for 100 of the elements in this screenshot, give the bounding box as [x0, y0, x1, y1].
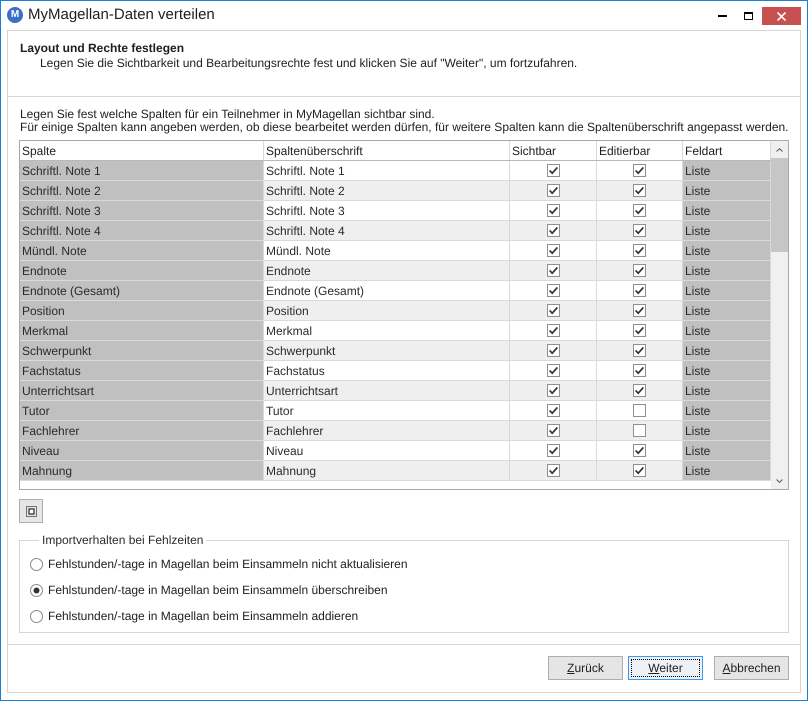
checkbox[interactable]: [546, 164, 560, 177]
checkbox[interactable]: [633, 424, 646, 437]
table-row[interactable]: Niveau Niveau Liste: [20, 441, 771, 461]
table-row[interactable]: Tutor Tutor Liste: [20, 401, 771, 421]
checkbox[interactable]: [633, 444, 646, 457]
checkbox[interactable]: [633, 464, 646, 477]
table-row[interactable]: Schwerpunkt Schwerpunkt Liste: [20, 341, 771, 361]
table-cell: Mahnung: [264, 461, 510, 480]
radio-button[interactable]: [30, 558, 43, 570]
table-row[interactable]: Unterrichtsart Unterrichtsart Liste: [20, 381, 771, 401]
checkbox[interactable]: [546, 204, 560, 217]
table-cell: Liste: [683, 361, 771, 380]
table-cell: Schriftl. Note 2: [264, 181, 510, 200]
table-cell: Tutor: [20, 401, 264, 420]
checkbox[interactable]: [546, 324, 560, 337]
table-row[interactable]: Endnote (Gesamt) Endnote (Gesamt) Liste: [20, 281, 771, 301]
checkbox[interactable]: [633, 224, 646, 237]
radio-label[interactable]: Fehlstunden/-tage in Magellan beim Einsammeln nicht aktualisieren: [48, 557, 408, 571]
table-cell: Liste: [683, 321, 771, 340]
column-header[interactable]: Spalte: [20, 141, 264, 160]
table-row[interactable]: Schriftl. Note 3 Schriftl. Note 3 Liste: [20, 201, 771, 221]
checkbox[interactable]: [633, 404, 646, 417]
checkbox[interactable]: [633, 184, 646, 197]
table-cell: Endnote (Gesamt): [20, 281, 264, 300]
checkbox[interactable]: [546, 184, 560, 197]
table-cell: Schriftl. Note 4: [264, 221, 510, 240]
checkbox[interactable]: [633, 204, 646, 217]
page-heading: Layout und Rechte festlegen: [20, 41, 186, 56]
table-cell: Schriftl. Note 3: [20, 201, 264, 220]
table-cell: Schriftl. Note 2: [20, 181, 264, 200]
table-cell: Niveau: [264, 441, 510, 460]
radio-button[interactable]: [30, 584, 43, 596]
close-icon: [777, 12, 786, 20]
table-cell: Liste: [683, 161, 771, 180]
table-cell: Liste: [683, 441, 771, 460]
table-cell: Fachstatus: [264, 361, 510, 380]
checkbox[interactable]: [546, 284, 560, 297]
radio-label[interactable]: Fehlstunden/-tage in Magellan beim Einsammeln addieren: [48, 609, 358, 623]
table-row[interactable]: Mahnung Mahnung Liste: [20, 461, 771, 481]
chevron-up-icon[interactable]: [776, 148, 783, 152]
table-cell: Liste: [683, 281, 771, 300]
table-row[interactable]: Mündl. Note Mündl. Note Liste: [20, 241, 771, 261]
dialog-button[interactable]: Abbrechen: [714, 656, 789, 680]
checkbox[interactable]: [633, 284, 646, 297]
checkbox[interactable]: [633, 364, 646, 377]
table-cell: Fachlehrer: [264, 421, 510, 440]
checkbox[interactable]: [546, 304, 560, 317]
checkbox[interactable]: [633, 384, 646, 397]
table-row[interactable]: Schriftl. Note 1 Schriftl. Note 1 Liste: [20, 161, 771, 181]
table-cell: Liste: [683, 401, 771, 420]
column-header[interactable]: Sichtbar: [510, 141, 597, 160]
scrollbar[interactable]: [771, 141, 788, 489]
table-cell: Schwerpunkt: [20, 341, 264, 360]
table-cell: Liste: [683, 461, 771, 480]
checkbox[interactable]: [546, 384, 560, 397]
scrollbar-thumb[interactable]: [771, 158, 788, 252]
column-header[interactable]: Spaltenüberschrift: [264, 141, 510, 160]
radio-label[interactable]: Fehlstunden/-tage in Magellan beim Einsammeln überschreiben: [48, 583, 388, 597]
table-cell: Liste: [683, 301, 771, 320]
radio-button[interactable]: [30, 610, 43, 622]
table-row[interactable]: Schriftl. Note 4 Schriftl. Note 4 Liste: [20, 221, 771, 241]
checkbox[interactable]: [633, 304, 646, 317]
table-row[interactable]: Endnote Endnote Liste: [20, 261, 771, 281]
checkbox[interactable]: [546, 224, 560, 237]
close-button[interactable]: [762, 7, 801, 25]
toolbar-button[interactable]: [19, 499, 43, 523]
checkbox[interactable]: [546, 244, 560, 257]
table-cell: Tutor: [264, 401, 510, 420]
checkbox[interactable]: [546, 344, 560, 357]
table-cell: Niveau: [20, 441, 264, 460]
table-cell: Merkmal: [20, 321, 264, 340]
table-cell: Liste: [683, 381, 771, 400]
checkbox[interactable]: [546, 404, 560, 417]
table-row[interactable]: Schriftl. Note 2 Schriftl. Note 2 Liste: [20, 181, 771, 201]
checkbox[interactable]: [546, 264, 560, 277]
checkbox[interactable]: [633, 344, 646, 357]
maximize-icon: [744, 12, 752, 20]
column-header[interactable]: Editierbar: [597, 141, 683, 160]
checkbox[interactable]: [546, 364, 560, 377]
checkbox[interactable]: [633, 164, 646, 177]
table-cell: Endnote: [20, 261, 264, 280]
table-cell: Mündl. Note: [20, 241, 264, 260]
checkbox[interactable]: [633, 324, 646, 337]
table-row[interactable]: Merkmal Merkmal Liste: [20, 321, 771, 341]
table-row[interactable]: Position Position Liste: [20, 301, 771, 321]
page-description: Legen Sie die Sichtbarkeit und Bearbeitungsrechte fest und klicken Sie auf "Weiter", um fortzufahren.: [39, 56, 578, 71]
table-cell: Mahnung: [20, 461, 264, 480]
table-cell: Liste: [683, 261, 771, 280]
checkbox[interactable]: [546, 424, 560, 437]
table-row[interactable]: Fachstatus Fachstatus Liste: [20, 361, 771, 381]
checkbox[interactable]: [633, 244, 646, 257]
checkbox[interactable]: [546, 464, 560, 477]
chevron-down-icon[interactable]: [776, 478, 783, 482]
dialog-button[interactable]: Weiter: [628, 656, 703, 680]
dialog-button[interactable]: Zurück: [548, 656, 623, 680]
table-cell: Liste: [683, 341, 771, 360]
checkbox[interactable]: [633, 264, 646, 277]
checkbox[interactable]: [546, 444, 560, 457]
table-row[interactable]: Fachlehrer Fachlehrer Liste: [20, 421, 771, 441]
table-cell: Unterrichtsart: [264, 381, 510, 400]
